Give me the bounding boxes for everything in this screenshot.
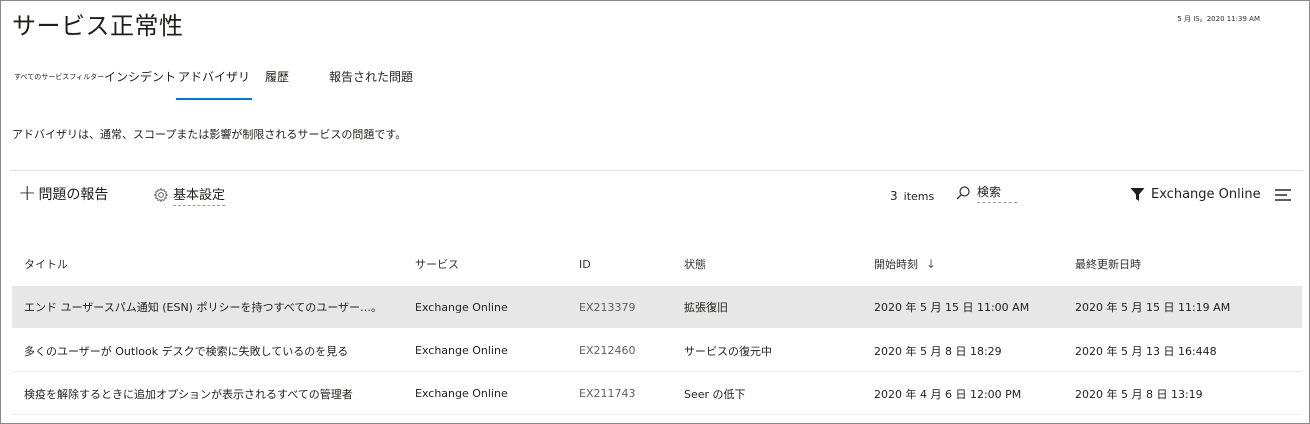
- item-count-value: 3: [890, 189, 898, 203]
- table-row[interactable]: 多くのユーザーが Outlook デスクで検索に失敗しているのを見る Excha…: [12, 330, 1302, 372]
- advisory-id: EX211743: [579, 387, 636, 400]
- item-count: 3 items: [890, 189, 934, 203]
- advisory-title[interactable]: エンド ユーザースパム通知 (ESN) ポリシーを持つすべてのユーザー…。: [24, 286, 382, 328]
- advisory-last-updated: 2020 年 5 月 8 日 13:19: [1075, 387, 1203, 401]
- advisory-start-time: 2020 年 5 月 15 日 11:00 AM: [874, 301, 1030, 314]
- report-issue-label: 問題の報告: [38, 187, 109, 203]
- advisory-title[interactable]: 検疫を解除するときに追加オプションが表示されるすべての管理者: [24, 373, 353, 414]
- column-header-status[interactable]: 状態: [684, 244, 706, 284]
- advisory-id: EX213379: [579, 300, 636, 314]
- arrow-down-icon: ↓: [926, 257, 937, 271]
- table-row[interactable]: エンド ユーザースパム通知 (ESN) ポリシーを持つすべてのユーザー…。 Ex…: [12, 286, 1302, 328]
- column-header-start-time[interactable]: 開始時刻 ↓: [874, 244, 936, 284]
- advisory-title[interactable]: 多くのユーザーが Outlook デスクで検索に失敗しているのを見る: [24, 330, 348, 371]
- search-icon: [956, 186, 970, 200]
- preferences-button[interactable]: 基本設定: [153, 184, 226, 206]
- gear-icon: [153, 187, 169, 203]
- advisory-status: 拡張復旧: [684, 301, 728, 314]
- advisory-service: Exchange Online: [415, 387, 508, 400]
- tab-history[interactable]: 履歴: [265, 68, 289, 100]
- list-lines-icon[interactable]: [1275, 188, 1293, 202]
- advisory-status: Seer の低下: [684, 387, 746, 401]
- advisories-description: アドバイザリは、通常、スコープまたは影響が制限されるサービスの問題です。: [12, 128, 407, 141]
- preferences-label: 基本設定: [173, 184, 226, 206]
- toolbar-divider: [10, 170, 1303, 171]
- search-box[interactable]: 検索: [955, 183, 1017, 203]
- column-header-id[interactable]: ID: [579, 244, 591, 284]
- table-row[interactable]: 検疫を解除するときに追加オプションが表示されるすべての管理者 Exchange …: [12, 373, 1302, 415]
- column-header-service[interactable]: サービス: [415, 244, 459, 284]
- advisory-status: サービスの復元中: [684, 344, 772, 358]
- service-filter-button[interactable]: Exchange Online: [1130, 187, 1261, 202]
- service-filter-label: Exchange Online: [1151, 187, 1261, 202]
- advisory-start-time: 2020 年 4 月 6 日 12:00 PM: [874, 387, 1022, 401]
- page-title: サービス正常性: [12, 12, 184, 40]
- filter-funnel-icon: [1130, 188, 1145, 201]
- tab-incidents[interactable]: インシデント: [104, 68, 176, 100]
- advisory-start-time: 2020 年 5 月 8 日 18:29: [874, 344, 1002, 358]
- column-header-title[interactable]: タイトル: [24, 244, 68, 284]
- advisory-last-updated: 2020 年 5 月 15 日 11:19 AM: [1075, 301, 1231, 314]
- advisory-service: Exchange Online: [415, 300, 508, 314]
- item-count-unit: items: [903, 190, 935, 203]
- advisory-last-updated: 2020 年 5 月 13 日 16:448: [1075, 344, 1217, 358]
- advisory-service: Exchange Online: [415, 344, 508, 357]
- search-placeholder: 検索: [977, 183, 1017, 203]
- plus-icon: +: [18, 181, 37, 206]
- tab-all-services-filter[interactable]: すべてのサービスフィルター: [14, 72, 104, 104]
- report-issue-button[interactable]: + 問題の報告: [18, 181, 109, 206]
- tab-advisories[interactable]: アドバイザリ: [175, 68, 253, 100]
- column-header-start-time-label: 開始時刻: [874, 258, 918, 271]
- table-header-row: タイトル サービス ID 状態 開始時刻 ↓ 最終更新日時: [12, 244, 1302, 284]
- advisory-id: EX212460: [579, 344, 636, 357]
- last-refreshed-timestamp: 5 月 IS。2020 11:39 AM: [1177, 15, 1260, 23]
- column-header-last-updated[interactable]: 最終更新日時: [1075, 244, 1141, 284]
- tab-reported-issues[interactable]: 報告された問題: [329, 68, 413, 100]
